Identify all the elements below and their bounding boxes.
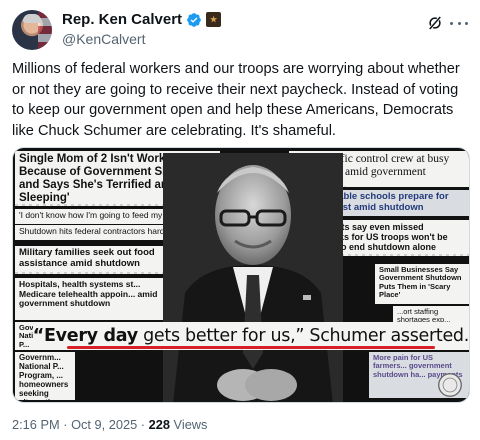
headline-hospitals: Hospitals, health systems st... Medicare… — [15, 278, 165, 320]
views-count[interactable]: 228 — [149, 417, 170, 432]
schumer-quote: “Every day gets better for us,” Schumer … — [33, 326, 469, 346]
author-avatar[interactable] — [12, 10, 52, 50]
quote-part2: gets better for us,” Schumer asserted. — [137, 326, 469, 346]
headline-govt-national: Governm... National P... Program, ... ho… — [15, 352, 75, 400]
schumer-photo — [163, 153, 343, 402]
author-handle[interactable]: @KenCalvert — [62, 31, 145, 47]
avatar-flag — [38, 10, 52, 50]
footer-separator-2: · — [140, 417, 146, 432]
government-affiliation-icon[interactable]: ★ — [206, 12, 222, 27]
quote-part1: “Every day — [32, 326, 138, 346]
tweet-header: Rep. Ken Calvert ★ @KenCalvert — [12, 10, 468, 50]
avatar-hair — [23, 14, 41, 23]
verified-badge-icon[interactable] — [186, 12, 202, 28]
grok-icon[interactable] — [426, 14, 444, 32]
tweet-image[interactable]: Single Mom of 2 Isn't Working Because of… — [12, 147, 470, 403]
tweet-text: Millions of federal workers and our troo… — [12, 61, 460, 139]
quote-left-fragment: Governm... National P... Program, ... ho… — [19, 324, 33, 348]
author-name[interactable]: Rep. Ken Calvert — [62, 11, 182, 28]
headline-small-business: Small Businesses Say Government Shutdown… — [375, 264, 469, 304]
tweet-date[interactable]: Oct 9, 2025 — [71, 417, 137, 432]
headline-military-families: Military families seek out food assistan… — [15, 246, 185, 274]
footer-separator: · — [63, 417, 68, 432]
seal-icon — [438, 373, 462, 397]
tweet-footer: 2:16 PM · Oct 9, 2025 · 228 Views — [12, 417, 207, 432]
headline-staffing: ...ort staffing shortages exp... amid sh… — [393, 306, 469, 322]
tweet-time[interactable]: 2:16 PM — [12, 417, 60, 432]
author-name-row: Rep. Ken Calvert ★ — [62, 11, 222, 28]
quote-underline — [67, 346, 435, 349]
more-options-icon[interactable] — [450, 14, 468, 32]
views-label: Views — [173, 417, 208, 432]
quote-banner: Governm... National P... Program, ... ho… — [15, 322, 469, 350]
